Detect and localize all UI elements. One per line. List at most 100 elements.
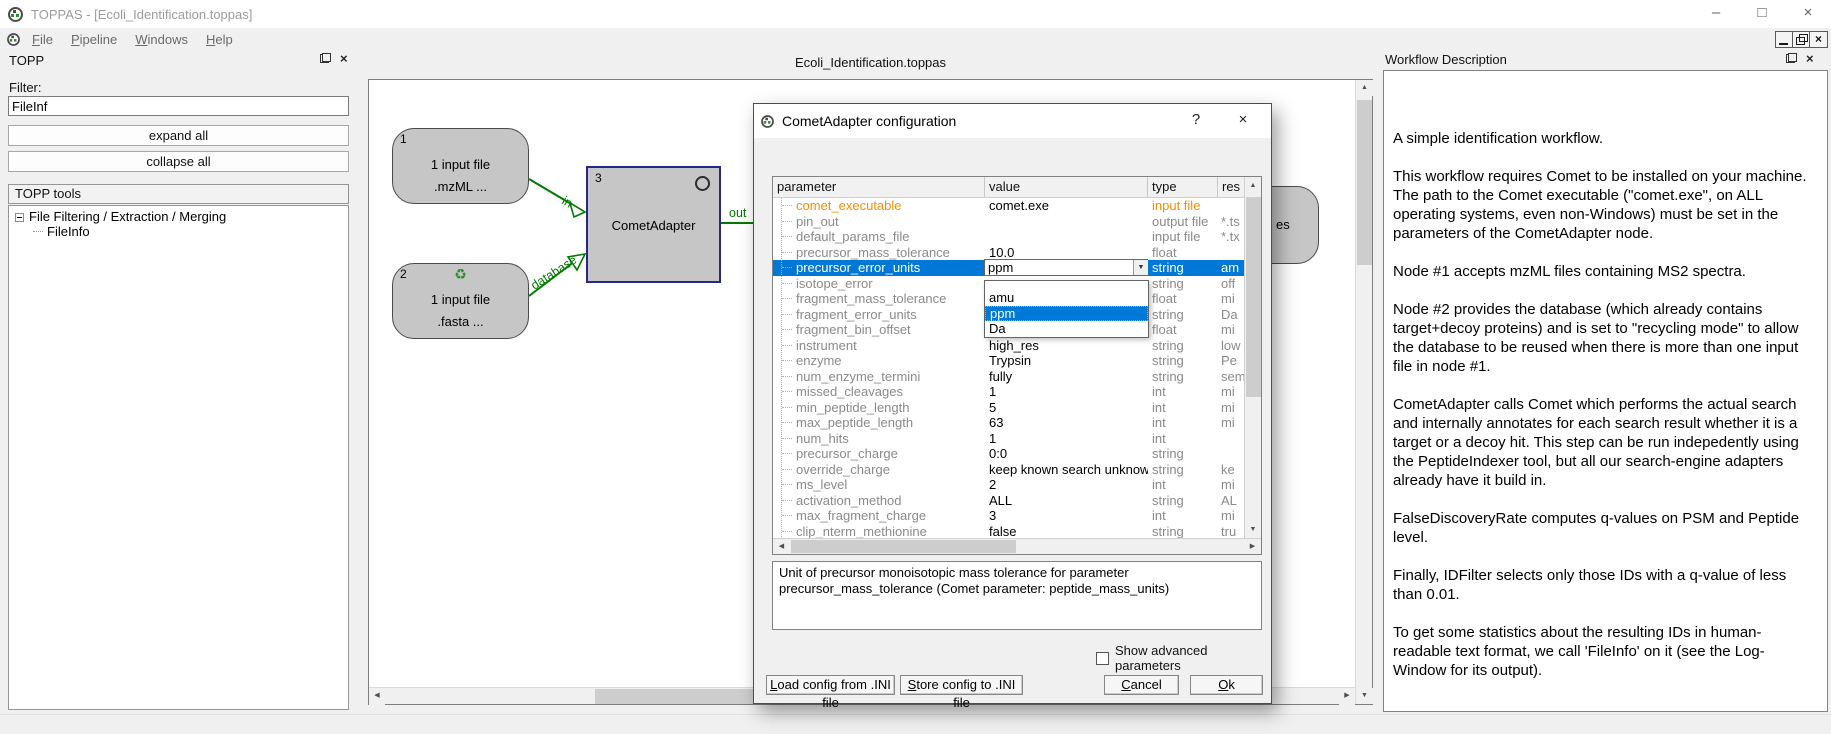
table-row[interactable]: default_params_file input file *.tx bbox=[773, 229, 1244, 245]
expand-all-button[interactable]: expand all bbox=[8, 125, 349, 146]
dropdown-option[interactable]: Da bbox=[985, 321, 1148, 337]
status-bar bbox=[0, 714, 1831, 734]
param-restrictions: mi bbox=[1218, 508, 1244, 524]
menu-item[interactable]: File bbox=[23, 30, 62, 49]
close-panel-icon[interactable]: × bbox=[1806, 53, 1814, 64]
scroll-up-icon[interactable]: ▲ bbox=[1245, 178, 1261, 194]
collapse-expander-icon[interactable] bbox=[15, 213, 24, 222]
cancel-button[interactable]: Cancel bbox=[1104, 675, 1179, 695]
scroll-left-icon[interactable]: ◀ bbox=[369, 688, 385, 705]
param-restrictions: tru bbox=[1218, 524, 1244, 540]
table-vertical-scrollbar[interactable]: ▲ ▼ bbox=[1244, 177, 1261, 539]
column-restrictions[interactable]: res bbox=[1218, 177, 1244, 197]
param-name: precursor_charge bbox=[773, 446, 985, 462]
param-restrictions: mi bbox=[1218, 415, 1244, 431]
menu-item[interactable]: Pipeline bbox=[62, 30, 126, 49]
param-value: comet.exe bbox=[985, 198, 1148, 214]
table-row[interactable]: precursor_mass_tolerance 10.0 float bbox=[773, 245, 1244, 261]
node-filetype: .mzML ... bbox=[393, 179, 528, 194]
ok-button[interactable]: Ok bbox=[1190, 675, 1263, 695]
tree-group-label: File Filtering / Extraction / Merging bbox=[29, 209, 226, 224]
param-type: float bbox=[1148, 291, 1218, 307]
maximize-button[interactable]: □ bbox=[1739, 0, 1785, 28]
mdi-minimize-icon[interactable] bbox=[1776, 32, 1793, 47]
scrollbar-thumb[interactable] bbox=[791, 540, 1016, 553]
workflow-description-text[interactable]: A simple identification workflow. This w… bbox=[1383, 70, 1828, 712]
close-button[interactable]: × bbox=[1785, 0, 1831, 28]
minimize-button[interactable]: – bbox=[1693, 0, 1739, 28]
input-node-mzml[interactable]: 1 1 input file .mzML ... bbox=[392, 128, 529, 204]
table-horizontal-scrollbar[interactable]: ◀ ▶ bbox=[773, 538, 1261, 554]
combobox-arrow-icon[interactable]: ▼ bbox=[1133, 260, 1148, 275]
param-value: 63 bbox=[985, 415, 1148, 431]
scroll-down-icon[interactable]: ▼ bbox=[1356, 688, 1373, 704]
param-restrictions: AL bbox=[1218, 493, 1244, 509]
param-restrictions: *.ts bbox=[1218, 214, 1244, 230]
param-value: false bbox=[985, 524, 1148, 540]
advanced-parameters-row: Show advanced parameters bbox=[1096, 643, 1271, 673]
dialog-close-button[interactable]: × bbox=[1223, 104, 1263, 138]
scroll-right-icon[interactable]: ▶ bbox=[1245, 539, 1260, 554]
scroll-up-icon[interactable]: ▲ bbox=[1356, 80, 1373, 96]
mdi-window-controls: × bbox=[1775, 31, 1828, 48]
table-row[interactable]: comet_executable comet.exe input file bbox=[773, 198, 1244, 214]
table-row[interactable]: num_enzyme_termini fully string sem bbox=[773, 369, 1244, 385]
table-row[interactable]: ms_level 2 int mi bbox=[773, 477, 1244, 493]
table-row[interactable]: missed_cleavages 1 int mi bbox=[773, 384, 1244, 400]
dialog-help-button[interactable]: ? bbox=[1176, 104, 1216, 138]
scroll-down-icon[interactable]: ▼ bbox=[1245, 522, 1261, 538]
table-row[interactable]: precursor_charge 0:0 string bbox=[773, 446, 1244, 462]
store-config-button[interactable]: Store config to .INI file bbox=[900, 675, 1023, 695]
column-value[interactable]: value bbox=[985, 177, 1148, 197]
node-number: 1 bbox=[400, 132, 407, 146]
table-row[interactable]: max_peptide_length 63 int mi bbox=[773, 415, 1244, 431]
mdi-close-icon[interactable]: × bbox=[1810, 32, 1827, 47]
table-row[interactable]: override_charge keep known search unknow… bbox=[773, 462, 1244, 478]
cometadapter-config-dialog: CometAdapter configuration ? × parameter… bbox=[753, 103, 1272, 704]
title-bar: TOPPAS - [Ecoli_Identification.toppas] –… bbox=[0, 0, 1831, 28]
scrollbar-thumb[interactable] bbox=[1357, 100, 1372, 265]
collapse-all-button[interactable]: collapse all bbox=[8, 151, 349, 172]
float-panel-icon[interactable] bbox=[1786, 53, 1797, 63]
scrollbar-thumb[interactable] bbox=[1246, 197, 1261, 397]
column-parameter[interactable]: parameter bbox=[773, 177, 985, 197]
mdi-restore-icon[interactable] bbox=[1793, 32, 1810, 47]
table-row[interactable]: activation_method ALL string AL bbox=[773, 493, 1244, 509]
dropdown-option[interactable]: amu bbox=[985, 290, 1148, 306]
menu-item[interactable]: Help bbox=[197, 30, 242, 49]
scroll-right-icon[interactable]: ▶ bbox=[1339, 688, 1355, 705]
show-advanced-checkbox[interactable] bbox=[1096, 652, 1109, 665]
tree-item-fileinfo[interactable]: FileInfo bbox=[9, 223, 348, 240]
table-row[interactable]: num_hits 1 int bbox=[773, 431, 1244, 447]
menu-item[interactable]: Windows bbox=[126, 30, 197, 49]
param-type: string bbox=[1148, 493, 1218, 509]
param-restrictions bbox=[1218, 198, 1244, 214]
input-node-fasta[interactable]: 2 ♻ 1 input file .fasta ... bbox=[392, 263, 529, 339]
param-value: ALL bbox=[985, 493, 1148, 509]
float-panel-icon[interactable] bbox=[320, 53, 331, 63]
toppas-window: TOPPAS - [Ecoli_Identification.toppas] –… bbox=[0, 0, 1831, 734]
close-panel-icon[interactable]: × bbox=[340, 53, 348, 64]
canvas-vertical-scrollbar[interactable]: ▲ ▼ bbox=[1355, 80, 1372, 704]
param-type: string bbox=[1148, 462, 1218, 478]
cometadapter-node[interactable]: 3 CometAdapter bbox=[586, 166, 721, 283]
table-row[interactable]: max_fragment_charge 3 int mi bbox=[773, 508, 1244, 524]
param-type: string bbox=[1148, 446, 1218, 462]
dropdown-option[interactable]: ppm bbox=[985, 306, 1148, 322]
param-name: min_peptide_length bbox=[773, 400, 985, 416]
error-units-combobox[interactable]: ppm bbox=[984, 259, 1148, 276]
table-row[interactable]: clip_nterm_methionine false string tru bbox=[773, 524, 1244, 540]
tree-group-row[interactable]: File Filtering / Extraction / Merging bbox=[9, 206, 348, 223]
param-name: comet_executable bbox=[773, 198, 985, 214]
filter-input[interactable] bbox=[8, 96, 349, 116]
column-type[interactable]: type bbox=[1148, 177, 1218, 197]
param-name: fragment_bin_offset bbox=[773, 322, 985, 338]
table-row[interactable]: min_peptide_length 5 int mi bbox=[773, 400, 1244, 416]
param-name: max_fragment_charge bbox=[773, 508, 985, 524]
table-row[interactable]: pin_out output file *.ts bbox=[773, 214, 1244, 230]
dialog-title-bar[interactable]: CometAdapter configuration ? × bbox=[754, 104, 1271, 138]
table-row[interactable]: enzyme Trypsin string Pe bbox=[773, 353, 1244, 369]
table-row[interactable]: instrument high_res string low bbox=[773, 338, 1244, 354]
load-config-button[interactable]: Load config from .INI file bbox=[766, 675, 895, 695]
scroll-left-icon[interactable]: ◀ bbox=[774, 539, 789, 554]
